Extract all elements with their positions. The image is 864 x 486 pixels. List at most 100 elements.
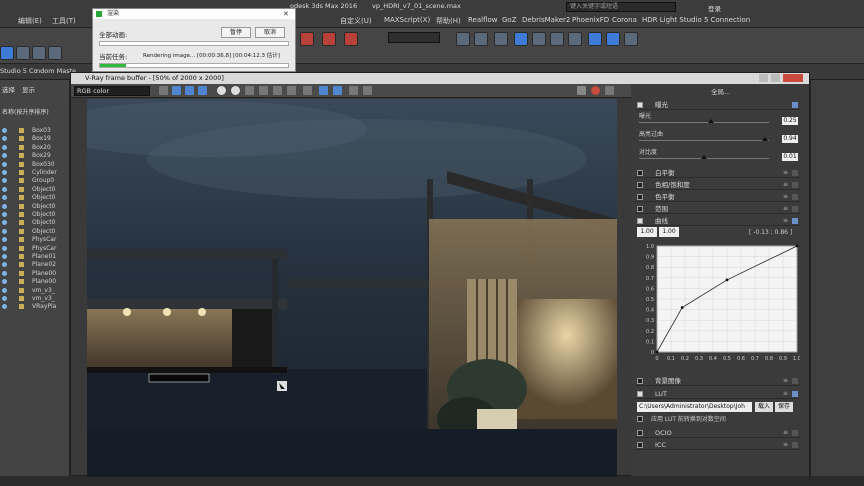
cancel-button[interactable]: 取消 — [255, 27, 285, 38]
explorer-item[interactable]: Object0 — [0, 228, 70, 236]
stop-render-icon[interactable] — [577, 86, 586, 95]
explorer-select-menu[interactable]: 选择 — [2, 84, 15, 94]
mirror-icon[interactable] — [456, 32, 470, 46]
load-icon[interactable] — [259, 86, 268, 95]
blue-channel-icon[interactable] — [198, 86, 207, 95]
track-mouse-icon[interactable] — [303, 86, 312, 95]
curve-control-point[interactable] — [725, 278, 729, 282]
menu-phoenixfd[interactable]: PhoenixFD — [572, 16, 609, 24]
close-icon[interactable]: ✕ — [283, 10, 289, 18]
named-selection-dropdown[interactable] — [388, 32, 440, 43]
explorer-item[interactable]: Object0 — [0, 194, 70, 202]
material-editor-icon[interactable] — [550, 32, 564, 46]
section-close-icon[interactable] — [792, 102, 798, 108]
duplicate-icon[interactable] — [287, 86, 296, 95]
panel-global-menu[interactable]: 全局... — [711, 86, 730, 96]
mono-icon[interactable] — [231, 86, 240, 95]
explorer-item[interactable]: vm_v3_ — [0, 295, 70, 303]
section-row[interactable]: 色平衡 ≡ — [635, 192, 800, 202]
section-close-icon[interactable] — [792, 442, 798, 448]
section-row[interactable]: LUT ≡ — [635, 389, 800, 399]
menu-icon[interactable]: ≡ — [783, 168, 788, 178]
bind-icon[interactable] — [32, 46, 46, 60]
slider-track[interactable] — [639, 122, 769, 123]
visibility-icon[interactable] — [2, 178, 7, 184]
snap-icon[interactable] — [300, 32, 314, 46]
menu-icon[interactable]: ≡ — [783, 192, 788, 202]
section-close-icon[interactable] — [792, 182, 798, 188]
percent-snap-icon[interactable] — [344, 32, 358, 46]
tab-hdr-light-studio[interactable]: Studio 5 Co — [0, 67, 38, 75]
section-close-icon[interactable] — [792, 430, 798, 436]
pixel-info-icon[interactable] — [333, 86, 342, 95]
section-exposure[interactable]: 曝光 — [635, 100, 800, 110]
render-icon[interactable] — [606, 32, 620, 46]
login-button[interactable]: 登录 — [708, 3, 721, 13]
curve-control-point[interactable] — [795, 244, 799, 248]
menu-maxscript[interactable]: MAXScript(X) — [384, 16, 430, 24]
section-checkbox[interactable] — [637, 218, 643, 224]
alpha-channel-icon[interactable] — [217, 86, 226, 95]
unlink-icon[interactable] — [16, 46, 30, 60]
lut-path-input[interactable]: C:\Users\Administrator\Desktop\Joh — [637, 402, 752, 412]
menu-hdr-light-studio[interactable]: HDR Light Studio 5 Connection — [642, 16, 750, 24]
visibility-icon[interactable] — [2, 136, 7, 142]
explorer-item[interactable]: Object0 — [0, 203, 70, 211]
curve-output-field[interactable]: 1.00 — [659, 227, 679, 237]
visibility-icon[interactable] — [2, 128, 7, 133]
slider-handle[interactable] — [701, 155, 707, 159]
menu-icon[interactable]: ≡ — [783, 389, 788, 399]
schematic-icon[interactable] — [532, 32, 546, 46]
section-checkbox[interactable] — [637, 442, 643, 448]
slider-handle[interactable] — [762, 137, 769, 141]
search-input[interactable]: 键入关键字或短语 — [566, 2, 676, 12]
channel-select[interactable]: RGB color — [74, 86, 150, 96]
visibility-icon[interactable] — [2, 287, 7, 293]
save-icon[interactable] — [245, 86, 254, 95]
maximize-icon[interactable] — [771, 74, 780, 82]
render-setup-icon[interactable] — [568, 32, 582, 46]
layer-icon[interactable] — [494, 32, 508, 46]
menu-tools[interactable]: 工具(T) — [52, 16, 76, 26]
slider-value-field[interactable]: 0.25 — [782, 117, 798, 125]
curve-control-point[interactable] — [655, 350, 659, 354]
slider-handle[interactable] — [707, 119, 714, 123]
explorer-item[interactable]: Object0 — [0, 219, 70, 227]
explorer-item[interactable]: Plane01 — [0, 253, 70, 261]
explorer-item[interactable]: Box29 — [0, 152, 70, 160]
minimize-icon[interactable] — [759, 74, 768, 82]
visibility-icon[interactable] — [2, 144, 7, 150]
visibility-icon[interactable] — [2, 195, 7, 201]
visibility-icon[interactable] — [2, 254, 7, 259]
curve-editor-icon[interactable] — [514, 32, 528, 46]
menu-icon[interactable]: ≡ — [783, 428, 788, 438]
section-checkbox[interactable] — [637, 206, 643, 212]
visibility-icon[interactable] — [2, 279, 7, 285]
green-channel-icon[interactable] — [185, 86, 194, 95]
section-row[interactable]: 白平衡 ≡ — [635, 168, 800, 178]
curve-editor[interactable]: 00 0.1 0.1 0.2 0.2 0.3 0.3 0.4 0.4 0.5 0.5 0.6 0.6 0.… — [635, 242, 800, 372]
section-close-icon[interactable] — [792, 206, 798, 212]
explorer-item[interactable]: PhysCar — [0, 245, 70, 253]
visibility-icon[interactable] — [2, 153, 7, 159]
section-row[interactable]: 范围 ≡ — [635, 204, 800, 214]
menu-customize[interactable]: 自定义(U) — [340, 16, 372, 26]
menu-icon[interactable]: ≡ — [783, 216, 788, 226]
menu-icon[interactable]: ≡ — [783, 180, 788, 190]
visibility-icon[interactable] — [2, 228, 7, 234]
section-checkbox[interactable] — [637, 378, 643, 384]
explorer-column-header[interactable]: 名称(按升序排序) — [2, 107, 49, 116]
explorer-item[interactable]: vm_v3_ — [0, 287, 70, 295]
exposure-checkbox[interactable] — [637, 102, 643, 108]
explorer-item[interactable]: PhysCar — [0, 236, 70, 244]
visibility-icon[interactable] — [2, 304, 7, 310]
explorer-item[interactable]: Box19 — [0, 135, 70, 143]
curve-input-field[interactable]: 1.00 — [637, 227, 657, 237]
menu-edit[interactable]: 编辑(E) — [18, 16, 42, 26]
clear-icon[interactable] — [273, 86, 282, 95]
explorer-item[interactable]: Group0 — [0, 177, 70, 185]
visibility-icon[interactable] — [2, 245, 7, 251]
section-row[interactable]: ICC ≡ — [635, 440, 800, 450]
select-icon[interactable] — [48, 46, 62, 60]
render-last-icon[interactable] — [605, 86, 614, 95]
